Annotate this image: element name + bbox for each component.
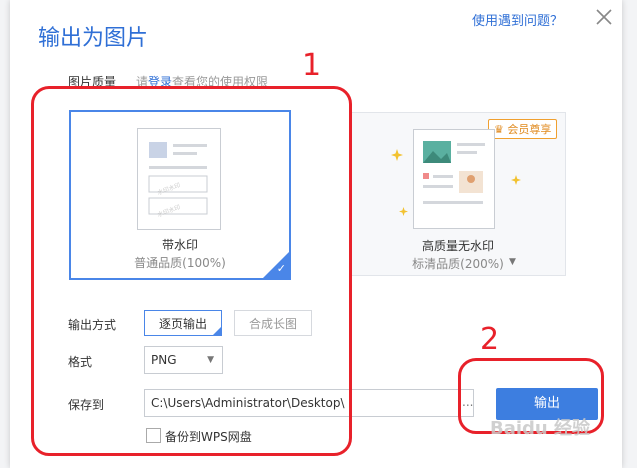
format-value: PNG <box>151 353 177 367</box>
document-image-icon <box>413 129 495 229</box>
login-suffix: 查看您的使用权限 <box>172 75 269 89</box>
format-select[interactable]: PNG ▼ <box>144 346 223 374</box>
save-to-label: 保存到 <box>68 398 105 412</box>
vip-badge-label: 会员尊享 <box>507 123 552 136</box>
option-watermark-subtitle: 普通品质(100%) <box>134 256 226 270</box>
check-icon: ✓ <box>276 262 286 275</box>
dialog-title: 输出为图片 <box>38 26 149 51</box>
image-quality-label: 图片质量 <box>68 75 117 89</box>
login-link[interactable]: 登录 <box>148 75 172 89</box>
chevron-down-icon: ▼ <box>207 355 214 365</box>
annotation-number-1: 1 <box>302 48 322 83</box>
browse-button[interactable]: ... <box>462 389 473 417</box>
backup-label: 备份到WPS网盘 <box>165 430 252 444</box>
sparkle-icon <box>399 207 408 216</box>
option-hq-card[interactable]: ♛ 会员尊享 高质量无水印 标清品质(200%) ▼ <box>350 112 566 276</box>
close-icon[interactable] <box>593 6 615 28</box>
sparkle-icon <box>511 175 521 185</box>
option-watermark-card[interactable]: 水印水印 水印水印 带水印 普通品质(100%) ✓ <box>69 110 291 280</box>
annotation-number-2: 2 <box>480 322 500 357</box>
sparkle-icon <box>391 149 403 161</box>
backup-checkbox[interactable] <box>146 428 161 443</box>
option-hq-title: 高质量无水印 <box>421 239 494 253</box>
save-path-field[interactable]: C:\Users\Administrator\Desktop\ <box>144 389 474 417</box>
vip-badge: ♛ 会员尊享 <box>488 119 558 139</box>
baidu-watermark: Baidu 经验 <box>490 418 591 439</box>
format-label: 格式 <box>68 355 93 369</box>
mode-page-by-page-button[interactable]: 逐页输出 <box>144 310 222 336</box>
mode-long-image-button[interactable]: 合成长图 <box>234 310 312 336</box>
chevron-down-icon[interactable]: ▼ <box>509 257 516 267</box>
login-hint: 请登录查看您的使用权限 <box>136 73 268 90</box>
login-prefix: 请 <box>136 75 149 89</box>
option-hq-subtitle: 标清品质(200%) <box>412 257 504 271</box>
help-link[interactable]: 使用遇到问题？ <box>472 10 563 29</box>
option-watermark-title: 带水印 <box>161 238 198 252</box>
output-mode-label: 输出方式 <box>68 318 117 332</box>
crown-icon: ♛ <box>494 123 504 136</box>
document-watermark-icon: 水印水印 水印水印 <box>137 128 221 230</box>
